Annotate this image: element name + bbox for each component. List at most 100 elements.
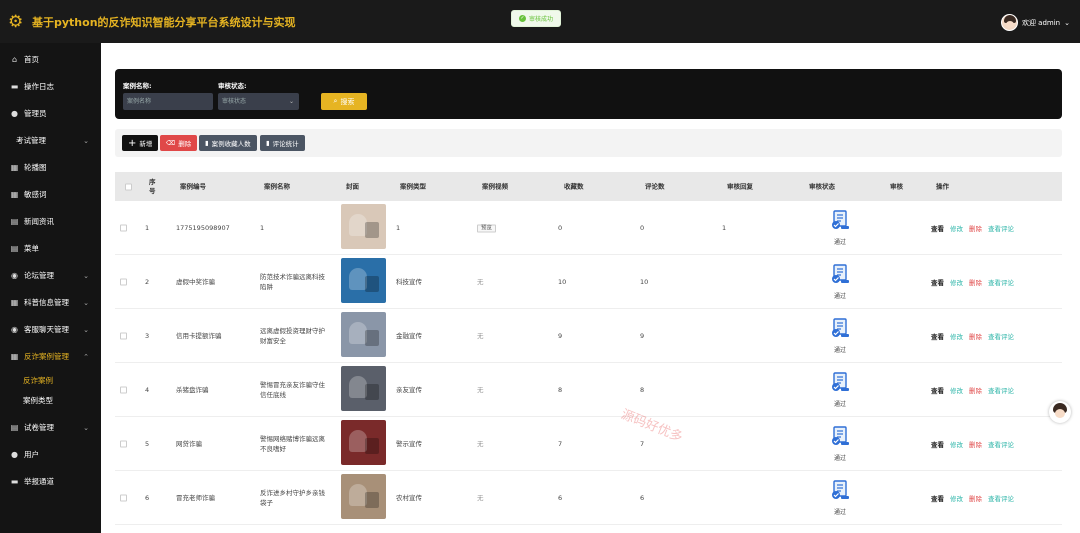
row-checkbox[interactable]: [120, 386, 127, 393]
avatar: [1000, 14, 1018, 31]
row-checkbox[interactable]: [120, 494, 127, 501]
gear-logo-icon: ⚙: [8, 11, 24, 32]
grid-icon: ▦: [10, 163, 19, 172]
edit-link[interactable]: 修改: [950, 493, 963, 503]
edit-link[interactable]: 修改: [950, 439, 963, 449]
view-link[interactable]: 查看: [931, 385, 944, 395]
delete-link[interactable]: 删除: [969, 277, 982, 287]
cover-phone: [365, 438, 379, 454]
plus-icon: +: [128, 137, 137, 149]
chevron-icon: ⌄: [83, 136, 89, 145]
cover-image[interactable]: [341, 474, 386, 519]
bar-chart-icon: ▮: [266, 139, 270, 147]
view-comments-link[interactable]: 查看评论: [988, 223, 1014, 233]
delete-link[interactable]: 删除: [969, 493, 982, 503]
sidebar-item-5[interactable]: ▦ 敏感词: [0, 181, 101, 208]
delete-link[interactable]: 删除: [969, 385, 982, 395]
sidebar-item-label: 试卷管理: [24, 423, 54, 432]
select-all-checkbox[interactable]: [125, 183, 132, 190]
cell-code: 信用卡提额诈骗: [176, 331, 222, 340]
sidebar-item-11[interactable]: ▦ 反诈案例管理 ⌃: [0, 343, 101, 370]
add-button[interactable]: + 新增: [122, 135, 159, 151]
news-icon: ▤: [10, 217, 19, 226]
table-row: 6 冒充老师诈骗 反诈进乡村守护乡亲钱袋子 农村宣传 无 6 6 通过 查看 修改 删除 查看评论: [115, 471, 1062, 525]
row-checkbox[interactable]: [120, 224, 127, 231]
cover-image[interactable]: [341, 258, 386, 303]
view-comments-link[interactable]: 查看评论: [988, 385, 1014, 395]
cover-image[interactable]: [341, 312, 386, 357]
floating-support-avatar[interactable]: [1049, 401, 1071, 423]
sidebar-item-1[interactable]: ▬ 操作日志: [0, 73, 101, 100]
delete-link[interactable]: 删除: [969, 331, 982, 341]
sidebar-subitem-0[interactable]: 反诈案例: [0, 370, 101, 390]
edit-link[interactable]: 修改: [950, 385, 963, 395]
delete-button[interactable]: ⌫ 删除: [160, 135, 198, 151]
edit-link[interactable]: 修改: [950, 277, 963, 287]
view-link[interactable]: 查看: [931, 277, 944, 287]
sidebar-item-a0[interactable]: ▤ 试卷管理 ⌄: [0, 414, 101, 441]
chevron-icon: ⌄: [83, 271, 89, 280]
comment-stat-button[interactable]: ▮ 评论统计: [260, 135, 305, 151]
check-icon: ✓: [518, 15, 526, 22]
col-status: 审核状态: [809, 182, 835, 190]
view-comments-link[interactable]: 查看评论: [988, 277, 1014, 287]
sidebar-item-0[interactable]: ⌂ 首页: [0, 46, 101, 73]
row-checkbox[interactable]: [120, 278, 127, 285]
case-name-input[interactable]: 案例名称: [123, 93, 213, 110]
sidebar-subitem-1[interactable]: 案例类型: [0, 390, 101, 410]
sidebar-item-4[interactable]: ▦ 轮播图: [0, 154, 101, 181]
sidebar-item-7[interactable]: ▤ 菜单: [0, 235, 101, 262]
row-checkbox[interactable]: [120, 440, 127, 447]
sidebar-item-8[interactable]: ◉ 论坛管理 ⌄: [0, 262, 101, 289]
sidebar-item-label: 反诈案例管理: [24, 352, 69, 361]
view-comments-link[interactable]: 查看评论: [988, 331, 1014, 341]
sidebar-item-a1[interactable]: ● 用户: [0, 441, 101, 468]
edit-link[interactable]: 修改: [950, 331, 963, 341]
sidebar-item-10[interactable]: ◉ 客服聊天管理 ⌄: [0, 316, 101, 343]
view-link[interactable]: 查看: [931, 331, 944, 341]
cell-code: 冒充老师诈骗: [176, 493, 215, 502]
chat-icon: ◉: [11, 271, 18, 280]
sidebar-item-label: 新闻资讯: [24, 217, 54, 226]
cell-name: 防范技术诈骗远离科技陷阱: [260, 272, 325, 291]
video-value: 无: [477, 277, 484, 286]
search-panel: 案例名称: 案例名称 审核状态: 审核状态 ⌄ ⌕ 搜索: [115, 69, 1062, 119]
collect-stat-button[interactable]: ▮ 案例收藏人数: [199, 135, 257, 151]
cover-image[interactable]: [341, 204, 386, 249]
cell-video: 无: [477, 277, 484, 287]
toolbar: + 新增 ⌫ 删除 ▮ 案例收藏人数 ▮ 评论统计: [115, 129, 1062, 157]
sidebar-item-label: 举报通道: [24, 477, 54, 486]
top-header: ⚙ 基于python的反诈知识智能分享平台系统设计与实现 ✓ 审核成功 欢迎 a…: [0, 0, 1080, 43]
view-link[interactable]: 查看: [931, 223, 944, 233]
cell-collect: 0: [558, 223, 563, 232]
edit-link[interactable]: 修改: [950, 223, 963, 233]
view-link[interactable]: 查看: [931, 439, 944, 449]
cell-comment: 0: [640, 223, 645, 232]
cell-collect: 9: [558, 331, 563, 340]
user-menu[interactable]: 欢迎 admin ⌄: [1000, 14, 1070, 31]
cell-type: 科技宣传: [396, 277, 422, 286]
delete-link[interactable]: 删除: [969, 439, 982, 449]
sidebar-item-3[interactable]: 考试管理 ⌄: [0, 127, 101, 154]
sidebar-item-label: 论坛管理: [24, 271, 54, 280]
cell-video[interactable]: 预览: [477, 222, 497, 233]
view-comments-link[interactable]: 查看评论: [988, 493, 1014, 503]
sidebar-item-a2[interactable]: ▬ 举报通道: [0, 468, 101, 495]
view-comments-link[interactable]: 查看评论: [988, 439, 1014, 449]
comment-stat-label: 评论统计: [272, 140, 299, 148]
cover-image[interactable]: [341, 420, 386, 465]
search-button[interactable]: ⌕ 搜索: [321, 93, 367, 110]
menu-icon: ▤: [10, 244, 19, 253]
sidebar-item-label: 操作日志: [24, 82, 54, 91]
sidebar-item-label: 敏感词: [24, 190, 47, 199]
cover-image[interactable]: [341, 366, 386, 411]
sidebar-item-2[interactable]: ● 管理员: [0, 100, 101, 127]
status-select[interactable]: 审核状态 ⌄: [218, 93, 299, 110]
sidebar-item-9[interactable]: ▦ 科普信息管理 ⌄: [0, 289, 101, 316]
row-checkbox[interactable]: [120, 332, 127, 339]
case-name-label: 案例名称:: [123, 82, 152, 90]
cell-name: 警惕冒充亲友诈骗守住信任底线: [260, 380, 325, 399]
view-link[interactable]: 查看: [931, 493, 944, 503]
sidebar-item-6[interactable]: ▤ 新闻资讯: [0, 208, 101, 235]
delete-link[interactable]: 删除: [969, 223, 982, 233]
